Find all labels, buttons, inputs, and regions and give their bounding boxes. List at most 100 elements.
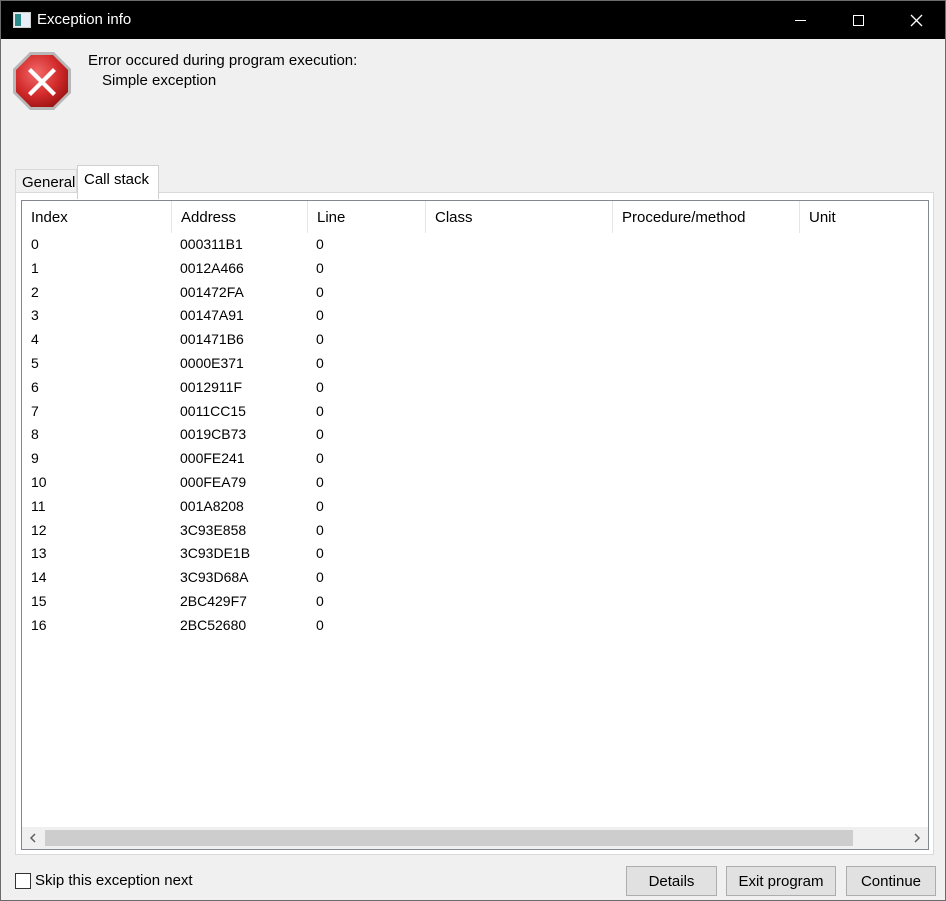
table-row[interactable]: 16 2BC52680 0 bbox=[22, 616, 928, 640]
error-message-heading: Error occured during program execution: bbox=[88, 52, 358, 69]
minimize-button[interactable] bbox=[771, 1, 829, 39]
column-header-unit[interactable]: Unit bbox=[800, 201, 928, 233]
table-cell: 8 bbox=[31, 426, 39, 443]
table-cell: 12 bbox=[31, 521, 47, 538]
table-cell: 0 bbox=[316, 283, 324, 300]
tab-general[interactable]: General bbox=[15, 169, 77, 193]
table-row[interactable]: 12 3C93E858 0 bbox=[22, 521, 928, 545]
table-row[interactable]: 0 000311B1 0 bbox=[22, 235, 928, 259]
column-header-class[interactable]: Class bbox=[426, 201, 613, 233]
table-cell: 0 bbox=[316, 259, 324, 276]
table-cell: 4 bbox=[31, 331, 39, 348]
table-row[interactable]: 15 2BC429F7 0 bbox=[22, 592, 928, 616]
maximize-button[interactable] bbox=[829, 1, 887, 39]
table-cell: 0 bbox=[316, 426, 324, 443]
app-window-icon bbox=[13, 12, 31, 28]
skip-exception-checkbox[interactable] bbox=[15, 872, 31, 889]
table-row[interactable]: 2 001472FA 0 bbox=[22, 283, 928, 307]
table-cell: 0 bbox=[316, 402, 324, 419]
table-cell: 0 bbox=[316, 521, 324, 538]
table-cell: 0 bbox=[316, 236, 324, 252]
continue-button[interactable]: Continue bbox=[846, 866, 936, 896]
table-cell: 10 bbox=[31, 473, 47, 490]
table-cell: 0011CC15 bbox=[180, 402, 246, 419]
close-icon bbox=[910, 14, 922, 26]
table-cell: 2BC52680 bbox=[180, 616, 247, 633]
table-cell: 000311B1 bbox=[180, 236, 243, 252]
column-header-line[interactable]: Line bbox=[308, 201, 426, 233]
table-cell: 0012A466 bbox=[180, 259, 244, 276]
column-header-address[interactable]: Address bbox=[172, 201, 308, 233]
table-cell: 0000E371 bbox=[180, 354, 244, 371]
table-cell: 00147A91 bbox=[180, 307, 244, 324]
table-row[interactable]: 5 0000E371 0 bbox=[22, 354, 928, 378]
table-cell: 0012911F bbox=[180, 378, 243, 395]
table-cell: 0 bbox=[316, 331, 324, 348]
table-row[interactable]: 14 3C93D68A 0 bbox=[22, 568, 928, 592]
table-row[interactable]: 11 001A8208 0 bbox=[22, 497, 928, 521]
table-cell: 0 bbox=[316, 497, 324, 514]
table-cell: 0 bbox=[31, 236, 39, 252]
table-cell: 0 bbox=[316, 354, 324, 371]
minimize-icon bbox=[794, 19, 806, 21]
table-cell: 9 bbox=[31, 450, 39, 467]
maximize-icon bbox=[852, 14, 864, 26]
exception-info-window: Exception info Error occured during prog… bbox=[0, 0, 946, 901]
table-cell: 16 bbox=[31, 616, 47, 633]
details-button[interactable]: Details bbox=[626, 866, 717, 896]
table-cell: 3 bbox=[31, 307, 39, 324]
table-cell: 3C93E858 bbox=[180, 521, 247, 538]
table-row[interactable]: 8 0019CB73 0 bbox=[22, 425, 928, 449]
list-header: Index Address Line Class Procedure/metho… bbox=[22, 201, 928, 233]
horizontal-scrollbar[interactable] bbox=[22, 827, 928, 849]
table-row[interactable]: 7 0011CC15 0 bbox=[22, 402, 928, 426]
table-cell: 6 bbox=[31, 378, 39, 395]
error-message-text: Simple exception bbox=[102, 72, 217, 89]
table-cell: 14 bbox=[31, 569, 47, 586]
close-button[interactable] bbox=[887, 1, 945, 39]
table-row[interactable]: 4 001471B6 0 bbox=[22, 330, 928, 354]
table-cell: 0 bbox=[316, 569, 324, 586]
scroll-right-icon[interactable] bbox=[910, 831, 924, 845]
title-bar[interactable]: Exception info bbox=[1, 1, 945, 39]
exit-program-button[interactable]: Exit program bbox=[726, 866, 836, 896]
table-cell: 0 bbox=[316, 378, 324, 395]
table-cell: 0 bbox=[316, 450, 324, 467]
scroll-left-icon[interactable] bbox=[26, 831, 40, 845]
tab-call-stack[interactable]: Call stack bbox=[77, 165, 159, 199]
table-cell: 0 bbox=[316, 592, 324, 609]
table-cell: 0019CB73 bbox=[180, 426, 247, 443]
table-row[interactable]: 6 0012911F 0 bbox=[22, 378, 928, 402]
error-icon bbox=[13, 52, 71, 110]
table-row[interactable]: 9 000FE241 0 bbox=[22, 449, 928, 473]
skip-exception-option[interactable]: Skip this exception next bbox=[15, 872, 193, 889]
table-cell: 0 bbox=[316, 616, 324, 633]
table-row[interactable]: 1 0012A466 0 bbox=[22, 259, 928, 283]
table-cell: 7 bbox=[31, 402, 39, 419]
column-header-index[interactable]: Index bbox=[22, 201, 172, 233]
table-cell: 15 bbox=[31, 592, 47, 609]
table-cell: 1 bbox=[31, 259, 39, 276]
list-rows: 0 000311B1 0 1 0012A466 0 2 001472FA 0 3 00147A91 0… bbox=[22, 235, 928, 640]
column-header-procedure[interactable]: Procedure/method bbox=[613, 201, 800, 233]
table-row[interactable]: 13 3C93DE1B 0 bbox=[22, 544, 928, 568]
table-cell: 3C93DE1B bbox=[180, 545, 251, 562]
table-cell: 5 bbox=[31, 354, 39, 371]
call-stack-list[interactable]: Index Address Line Class Procedure/metho… bbox=[21, 200, 929, 850]
table-cell: 0 bbox=[316, 473, 324, 490]
table-cell: 000FEA79 bbox=[180, 473, 247, 490]
skip-exception-label: Skip this exception next bbox=[35, 872, 193, 889]
table-cell: 11 bbox=[31, 497, 46, 514]
table-cell: 0 bbox=[316, 545, 324, 562]
window-title: Exception info bbox=[37, 11, 132, 28]
table-cell: 001472FA bbox=[180, 283, 244, 300]
table-row[interactable]: 3 00147A91 0 bbox=[22, 306, 928, 330]
table-cell: 001471B6 bbox=[180, 331, 244, 348]
call-stack-panel: Index Address Line Class Procedure/metho… bbox=[15, 192, 934, 855]
scrollbar-thumb[interactable] bbox=[45, 830, 853, 846]
table-row[interactable]: 10 000FEA79 0 bbox=[22, 473, 928, 497]
table-cell: 3C93D68A bbox=[180, 569, 249, 586]
table-cell: 001A8208 bbox=[180, 497, 244, 514]
table-cell: 2 bbox=[31, 283, 39, 300]
table-cell: 000FE241 bbox=[180, 450, 245, 467]
